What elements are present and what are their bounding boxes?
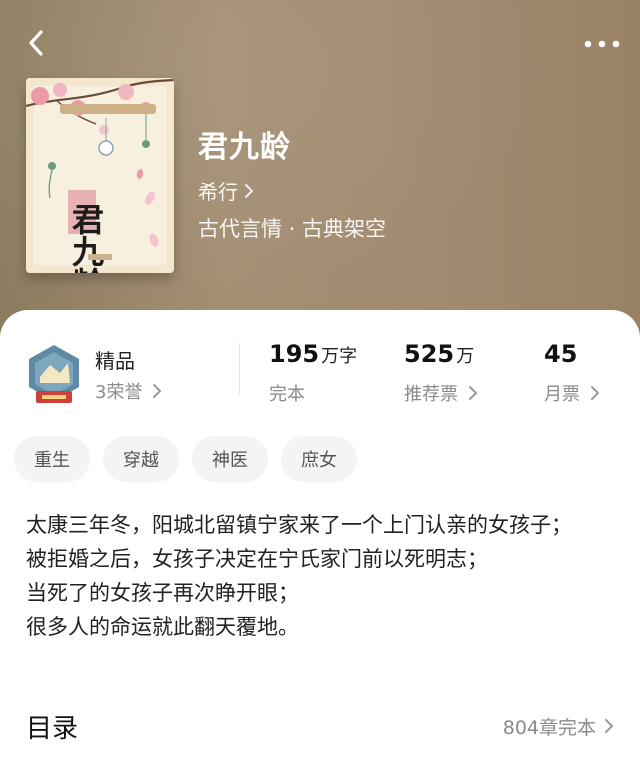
author-name: 希行 — [198, 180, 238, 204]
tag-chip[interactable]: 神医 — [192, 436, 268, 482]
more-button[interactable] — [582, 30, 622, 58]
chevron-right-icon — [469, 386, 477, 400]
monthly-label: 月票 — [544, 384, 580, 405]
monthly-value: 45 — [544, 340, 578, 368]
recommend-stat: 525 万 — [404, 340, 474, 368]
recommend-unit: 万 — [456, 346, 475, 367]
summary-line: 太康三年冬，阳城北留镇宁家来了一个上门认亲的女孩子； — [26, 513, 572, 537]
author-link[interactable]: 希行 — [198, 176, 254, 205]
cover-illustration: 君九龄 — [26, 78, 174, 273]
chevron-right-icon — [245, 183, 253, 198]
tag-list: 重生 穿越 神医 庶女 — [14, 436, 357, 482]
chapter-count: 804章完本 — [502, 716, 596, 739]
svg-text:君九龄: 君九龄 — [67, 203, 105, 273]
honors-link[interactable]: 3荣誉 — [95, 378, 162, 404]
completion-status: 完本 — [269, 384, 305, 405]
recommend-value: 525 — [404, 340, 455, 368]
stats-divider — [239, 343, 240, 395]
honor-badge-icon[interactable] — [26, 343, 82, 409]
toc-row[interactable]: 目录 804章完本 — [26, 706, 614, 746]
summary-line: 当死了的女孩子再次睁开眼； — [26, 581, 299, 605]
honors-count: 3荣誉 — [95, 382, 143, 403]
toc-title: 目录 — [26, 713, 79, 744]
word-count-stat: 195 万字 — [269, 340, 357, 368]
tag-chip[interactable]: 庶女 — [281, 436, 357, 482]
summary-line: 很多人的命运就此翻天覆地。 — [26, 615, 299, 639]
chevron-right-icon — [153, 384, 162, 398]
recommend-label: 推荐票 — [404, 384, 458, 405]
book-title: 君九龄 — [198, 130, 291, 165]
back-button[interactable] — [22, 28, 52, 58]
chevron-right-icon — [605, 719, 613, 733]
chevron-right-icon — [591, 386, 599, 400]
more-dots-icon — [584, 40, 620, 48]
monthly-stat: 45 — [544, 340, 577, 368]
badge-label: 精品 — [95, 349, 135, 373]
tag-chip[interactable]: 穿越 — [103, 436, 179, 482]
chevron-left-icon — [29, 30, 43, 56]
book-genre: 古代言情 · 古典架空 — [198, 217, 387, 241]
word-count-value: 195 — [269, 340, 320, 368]
summary-line: 被拒婚之后，女孩子决定在宁氏家门前以死明志； — [26, 547, 488, 571]
book-cover[interactable]: 君九龄 — [26, 78, 174, 273]
toc-info: 804章完本 — [503, 713, 614, 740]
tag-chip[interactable]: 重生 — [14, 436, 90, 482]
word-count-unit: 万字 — [321, 346, 358, 367]
recommend-votes-link[interactable]: 推荐票 — [404, 380, 478, 406]
book-summary: 太康三年冬，阳城北留镇宁家来了一个上门认亲的女孩子； 被拒婚之后，女孩子决定在宁… — [26, 508, 620, 644]
monthly-votes-link[interactable]: 月票 — [544, 380, 600, 406]
